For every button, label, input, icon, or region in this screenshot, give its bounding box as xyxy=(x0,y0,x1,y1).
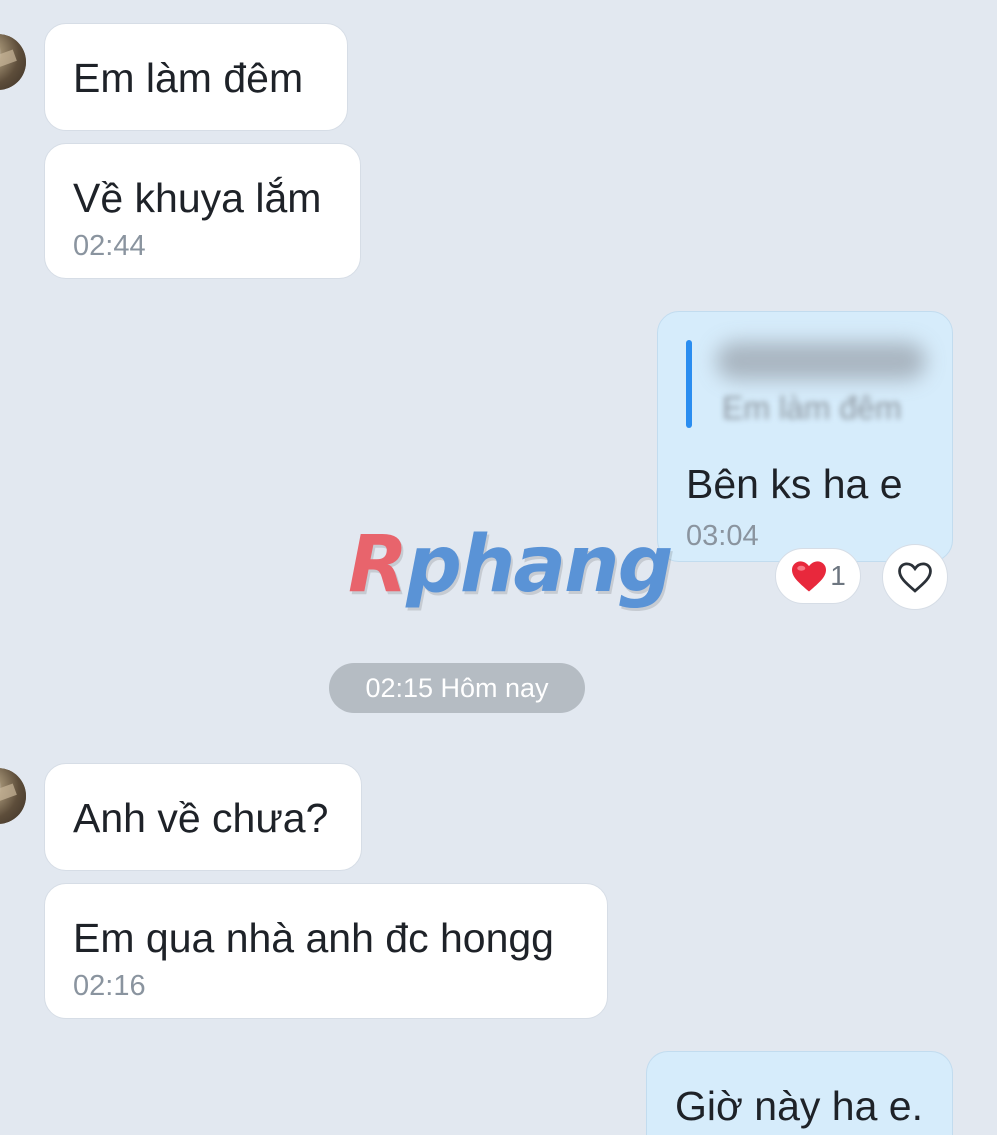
watermark-logo: Rphang xyxy=(348,520,673,610)
message-text: Anh về chưa? xyxy=(73,795,329,841)
heart-filled-icon xyxy=(792,561,827,592)
incoming-message[interactable]: Em làm đêm xyxy=(44,23,348,131)
reaction-badge[interactable]: 1 xyxy=(775,548,861,604)
reaction-count: 1 xyxy=(830,560,846,591)
quote-bar xyxy=(686,340,692,428)
message-text: Bên ks ha e xyxy=(686,461,903,507)
quoted-message: Em làm đêm xyxy=(722,390,902,426)
message-text: Về khuya lắm xyxy=(73,175,322,221)
date-separator: 02:15 Hôm nay xyxy=(329,663,585,713)
heart-outline-icon xyxy=(898,562,932,593)
contact-avatar[interactable] xyxy=(0,34,26,90)
message-time: 02:16 xyxy=(73,970,146,1002)
incoming-message[interactable]: Về khuya lắm 02:44 xyxy=(44,143,361,279)
outgoing-message[interactable]: Em làm đêm Bên ks ha e 03:04 xyxy=(657,311,953,562)
message-time: 03:04 xyxy=(686,520,759,552)
add-reaction-button[interactable] xyxy=(882,544,948,610)
contact-avatar[interactable] xyxy=(0,768,26,824)
message-text: Em qua nhà anh đc hongg xyxy=(73,915,554,961)
outgoing-message[interactable]: Giờ này ha e. xyxy=(646,1051,953,1135)
quoted-sender-blurred xyxy=(716,342,926,380)
message-text: Em làm đêm xyxy=(73,55,304,101)
message-text: Giờ này ha e. xyxy=(675,1083,923,1129)
incoming-message[interactable]: Anh về chưa? xyxy=(44,763,362,871)
incoming-message[interactable]: Em qua nhà anh đc hongg 02:16 xyxy=(44,883,608,1019)
message-time: 02:44 xyxy=(73,230,146,262)
